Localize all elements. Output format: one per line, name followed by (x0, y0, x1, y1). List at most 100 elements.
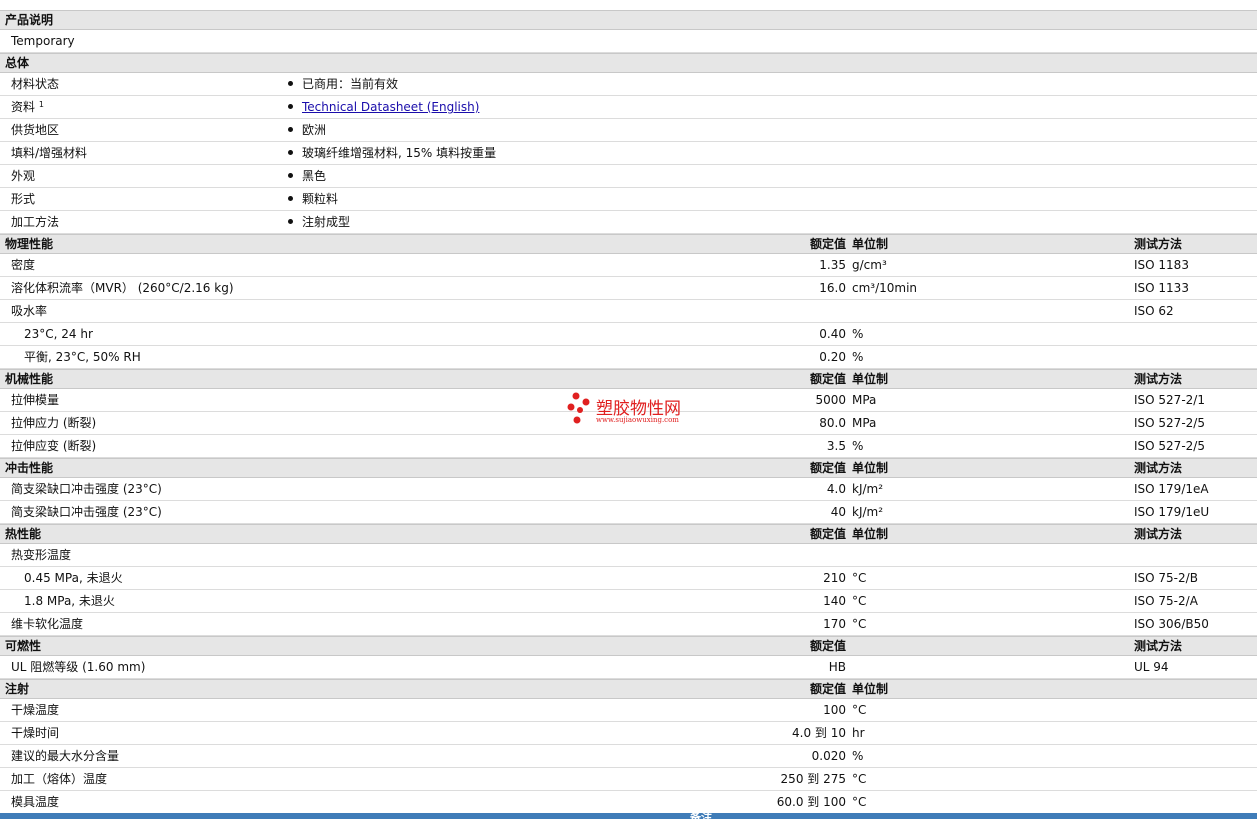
property-label-text: 拉伸应变 (断裂) (11, 439, 97, 453)
table-row: 加工（熔体）温度 250 到 275 °C (0, 768, 1257, 791)
header-test-method: 测试方法 (1134, 372, 1183, 386)
unit: °C (852, 594, 867, 608)
nominal-value: 40 (830, 505, 846, 519)
test-method: ISO 179/1eA (1134, 482, 1209, 496)
section-header: 热性能 额定值 单位制 测试方法 (0, 524, 1257, 544)
bullet-icon (288, 173, 293, 178)
section-title: 机械性能 (5, 372, 54, 386)
watermark-logo-icon (567, 392, 590, 424)
header-test-method: 测试方法 (1134, 639, 1183, 653)
nominal-value: 4.0 到 10 (792, 726, 846, 740)
property-label: 拉伸应力 (断裂) (11, 412, 96, 434)
table-row: 平衡, 23°C, 50% RH 0.20% (0, 346, 1257, 369)
property-label: 加工方法 (11, 211, 59, 233)
property-label: Temporary (11, 30, 75, 52)
test-method: ISO 306/B50 (1134, 617, 1209, 631)
bullet-text: 欧洲 (302, 123, 327, 137)
property-label-text: 材料状态 (11, 77, 60, 91)
property-label-text: 加工（熔体）温度 (11, 772, 108, 786)
test-method: ISO 1183 (1134, 258, 1189, 272)
property-label-text: 干燥时间 (11, 726, 60, 740)
property-label: 溶化体积流率（MVR） (260°C/2.16 kg) (11, 277, 234, 299)
test-method: ISO 527-2/5 (1134, 416, 1205, 430)
bullet-item: 黑色 (288, 165, 326, 187)
bullet-item: 已商用：当前有效 (288, 73, 398, 95)
nominal-value: 3.5 (826, 439, 846, 453)
nominal-value: 140 (823, 594, 846, 608)
header-unit: 单位制 (852, 682, 889, 696)
property-label: 吸水率 (11, 300, 47, 322)
unit: % (852, 439, 864, 453)
property-label: 材料状态 (11, 73, 59, 95)
nominal-value: 1.35 (819, 258, 846, 272)
table-row: UL 阻燃等级 (1.60 mm) HB UL 94 (0, 656, 1257, 679)
unit: % (852, 350, 864, 364)
unit: kJ/m² (852, 482, 884, 496)
property-label-text: 溶化体积流率（MVR） (260°C/2.16 kg) (11, 281, 234, 295)
bullet-item[interactable]: Technical Datasheet (English) (288, 96, 479, 118)
property-label: 维卡软化温度 (11, 613, 83, 635)
property-label-text: 吸水率 (11, 304, 48, 318)
section-header: 机械性能 额定值 单位制 测试方法 (0, 369, 1257, 389)
bullet-item: 欧洲 (288, 119, 326, 141)
table-row: 1.8 MPa, 未退火 140 °C ISO 75-2/A (0, 590, 1257, 613)
footer-label: 备注 (690, 811, 712, 824)
section-header: 冲击性能 额定值 单位制 测试方法 (0, 458, 1257, 478)
table-row: 溶化体积流率（MVR） (260°C/2.16 kg) 16.0 cm³/10min… (0, 277, 1257, 300)
section-header: 可燃性 额定值 测试方法 (0, 636, 1257, 656)
table-row: 资料 1 Technical Datasheet (English) (0, 96, 1257, 119)
property-label-text: 加工方法 (11, 215, 60, 229)
property-label: UL 阻燃等级 (1.60 mm) (11, 656, 145, 678)
property-label: 干燥时间 (11, 722, 59, 744)
property-label: 热变形温度 (11, 544, 71, 566)
watermark-url: www.sujiaowuxing.com (596, 416, 679, 424)
property-label-text: 供货地区 (11, 123, 60, 137)
table-row: 形式 颗粒料 (0, 188, 1257, 211)
bullet-icon (288, 104, 293, 109)
header-value: 额定值 (809, 237, 846, 251)
test-method: ISO 527-2/1 (1134, 393, 1205, 407)
bullet-icon (288, 127, 293, 132)
table-row: Temporary (0, 30, 1257, 53)
bullet-item: 玻璃纤维增强材料, 15% 填料按重量 (288, 142, 496, 164)
unit: % (852, 749, 864, 763)
property-label-text: 密度 (11, 258, 36, 272)
property-label: 供货地区 (11, 119, 59, 141)
property-label: 简支梁缺口冲击强度 (23°C) (11, 478, 162, 500)
nominal-value: 210 (823, 571, 846, 585)
section-title: 物理性能 (5, 237, 54, 251)
property-label: 资料 1 (11, 96, 44, 118)
header-value: 额定值 (809, 639, 846, 653)
table-row: 拉伸应变 (断裂) 3.5% ISO 527-2/5 (0, 435, 1257, 458)
section-header: 产品说明 (0, 10, 1257, 30)
property-label-text: 简支梁缺口冲击强度 (23°C) (11, 482, 162, 496)
property-label-text: 填料/增强材料 (11, 146, 88, 160)
header-value: 额定值 (809, 372, 846, 386)
section-title: 冲击性能 (5, 461, 54, 475)
footnote-marker: 1 (38, 100, 44, 109)
header-unit: 单位制 (852, 237, 889, 251)
property-label: 拉伸应变 (断裂) (11, 435, 96, 457)
table-row: 供货地区 欧洲 (0, 119, 1257, 142)
nominal-value: 4.0 (826, 482, 846, 496)
bullet-icon (288, 81, 293, 86)
section-title: 热性能 (5, 527, 42, 541)
table-row: 材料状态 已商用：当前有效 (0, 73, 1257, 96)
test-method: ISO 179/1eU (1134, 505, 1210, 519)
section-title: 总体 (5, 56, 30, 70)
property-label-text: UL 阻燃等级 (1.60 mm) (11, 660, 146, 674)
table-row: 0.45 MPa, 未退火 210 °C ISO 75-2/B (0, 567, 1257, 590)
watermark: 塑胶物性网 www.sujiaowuxing.com (566, 392, 706, 428)
datasheet-link[interactable]: Technical Datasheet (English) (302, 100, 479, 114)
table-row: 简支梁缺口冲击强度 (23°C) 4.0 kJ/m² ISO 179/1eA (0, 478, 1257, 501)
property-label-text: 干燥温度 (11, 703, 60, 717)
property-label-text: 平衡, 23°C, 50% RH (24, 350, 141, 364)
unit: g/cm³ (852, 258, 887, 272)
property-label: 23°C, 24 hr (24, 323, 93, 345)
nominal-value: 0.20 (819, 350, 846, 364)
bullet-icon (288, 219, 293, 224)
property-label: 密度 (11, 254, 35, 276)
test-method: UL 94 (1134, 660, 1169, 674)
table-row: 密度 1.35 g/cm³ ISO 1183 (0, 254, 1257, 277)
property-label-text: 拉伸应力 (断裂) (11, 416, 97, 430)
